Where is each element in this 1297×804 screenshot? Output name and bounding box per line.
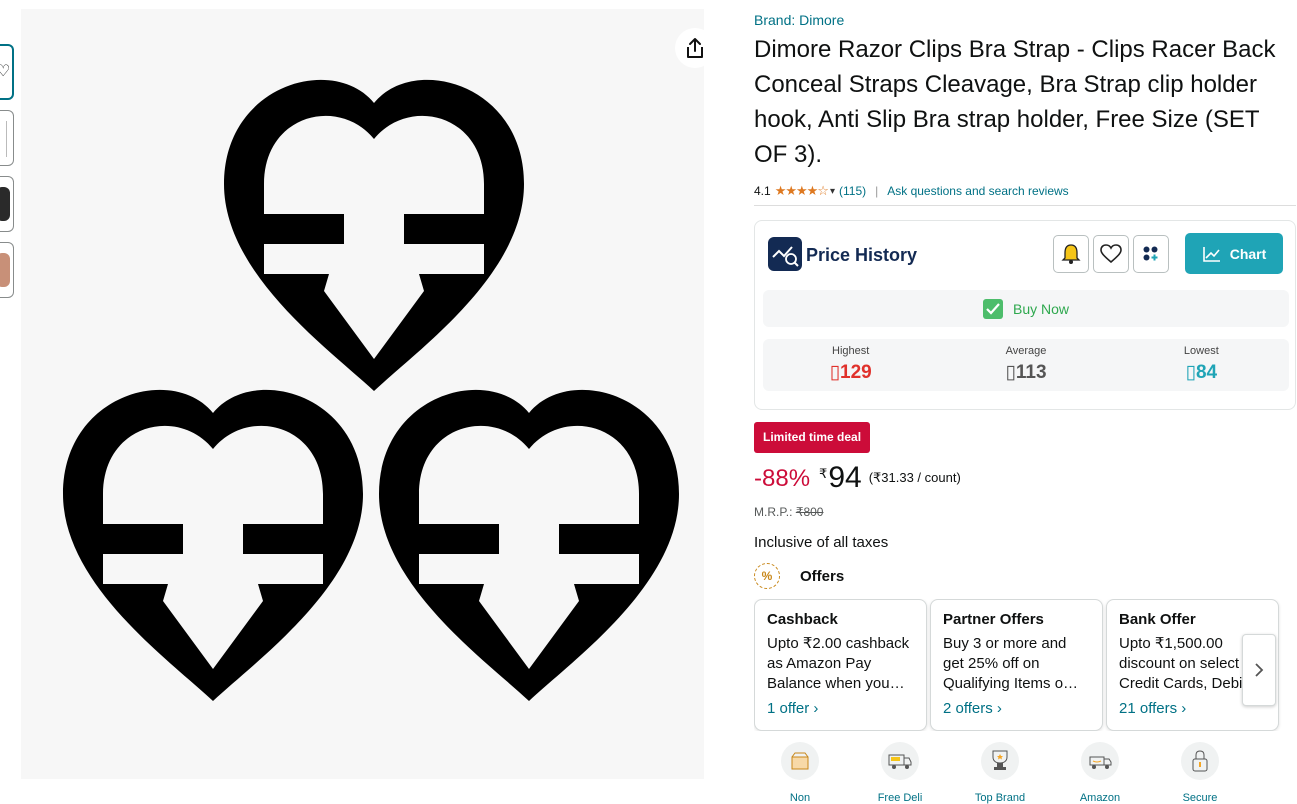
star-rating-icon[interactable]: ★★★★☆ [775, 183, 829, 199]
chevron-down-icon[interactable]: ▾ [830, 186, 835, 197]
feature-top-brand[interactable]: Top Brand [970, 742, 1030, 804]
price-history-logo-icon [768, 237, 802, 271]
ask-questions-link[interactable]: Ask questions and search reviews [887, 184, 1068, 198]
carousel-next-button[interactable] [1242, 634, 1276, 706]
thumbnail-4[interactable] [0, 242, 14, 298]
unit-price: (₹31.33 / count) [868, 470, 961, 485]
wishlist-button[interactable] [1093, 235, 1129, 273]
offers-title: Offers [800, 567, 845, 585]
feature-icons-row: Non Free Deli Top Brand Amazon Secure [775, 742, 1245, 804]
rupee-icon: ▯ [1005, 362, 1016, 383]
divider [754, 205, 1296, 206]
discount-percent: -88% [754, 465, 811, 492]
feature-secure-transaction[interactable]: Secure [1170, 742, 1230, 804]
checkmark-icon [982, 298, 1003, 319]
rating-value: 4.1 [754, 184, 771, 198]
offer-carousel: Cashback Upto ₹2.00 cashback as Amazon P… [754, 599, 1284, 731]
stat-value: ▯84 [1114, 361, 1289, 384]
feature-label: Secure [1182, 792, 1218, 804]
rating-count-link[interactable]: (115) [839, 184, 866, 198]
stat-number: 84 [1195, 362, 1218, 383]
price-history-card: Price History Chart Buy Now Highest ▯129… [754, 220, 1296, 410]
stat-number: 113 [1015, 362, 1047, 383]
share-icon [687, 38, 703, 58]
feature-label: Non [789, 792, 811, 804]
price-stats: Highest ▯129 Average ▯113 Lowest ▯84 [763, 339, 1289, 391]
secure-transaction-icon [1181, 742, 1219, 780]
feature-non-returnable[interactable]: Non [770, 742, 830, 804]
offer-title: Bank Offer [1119, 611, 1196, 628]
offer-card-partner[interactable]: Partner Offers Buy 3 or more and get 25%… [930, 599, 1103, 731]
return-box-icon [781, 742, 819, 780]
price-row: -88% ₹ 94 (₹31.33 / count) [754, 462, 1294, 496]
brand-link[interactable]: Brand: Dimore [754, 11, 1294, 29]
price-history-title: Price History [806, 245, 918, 265]
offer-link[interactable]: 2 offers › [943, 700, 1090, 717]
product-details: Brand: Dimore Dimore Razor Clips Bra Str… [754, 11, 1296, 731]
buy-now-label: Buy Now [1012, 300, 1070, 317]
rupee-icon: ▯ [1185, 362, 1196, 383]
limited-deal-badge: Limited time deal [754, 422, 871, 453]
thumbnail-strip: ♡ [0, 44, 14, 308]
product-title: Dimore Razor Clips Bra Strap - Clips Rac… [754, 36, 1276, 168]
feature-label: Top Brand [974, 792, 1026, 804]
stat-average: Average ▯113 [938, 339, 1113, 391]
share-button[interactable] [675, 28, 715, 68]
currency-symbol: ₹ [819, 466, 828, 481]
buy-now-button[interactable]: Buy Now [763, 290, 1289, 327]
taxes-note: Inclusive of all taxes [754, 534, 889, 551]
offer-link[interactable]: 1 offer › [767, 700, 914, 717]
stat-label: Average [1005, 345, 1047, 357]
chevron-right-icon [1255, 663, 1264, 677]
feature-label: Free Deli [877, 792, 923, 804]
stat-lowest: Lowest ▯84 [1114, 339, 1289, 391]
stat-number: 129 [840, 362, 872, 383]
offer-title: Partner Offers [943, 611, 1044, 628]
thumbnail-3[interactable] [0, 176, 14, 232]
offer-title: Cashback [767, 611, 838, 628]
offer-desc: Upto ₹2.00 cashback as Amazon Pay Balanc… [767, 635, 910, 692]
mrp-label: M.R.P.: [754, 505, 793, 519]
offer-percent-icon: % [754, 563, 780, 589]
offer-card-cashback[interactable]: Cashback Upto ₹2.00 cashback as Amazon P… [754, 599, 927, 731]
stat-label: Lowest [1183, 345, 1219, 357]
separator: | [875, 184, 879, 198]
rupee-icon: ▯ [829, 362, 841, 383]
thumbnail-2[interactable] [0, 110, 14, 166]
mrp-value: ₹800 [795, 505, 824, 519]
offers-header: % Offers [754, 562, 1294, 590]
heart-clips-image [63, 79, 679, 701]
bell-icon [1061, 244, 1081, 264]
offer-desc: Buy 3 or more and get 25% off on Qualify… [943, 635, 1079, 692]
mrp-row: M.R.P.: ₹800 [754, 505, 1294, 519]
feature-free-delivery[interactable]: Free Deli [870, 742, 930, 804]
stat-value: ▯113 [938, 361, 1113, 384]
thumbnail-1[interactable]: ♡ [0, 44, 14, 100]
stat-value: ▯129 [763, 361, 938, 384]
top-brand-icon [981, 742, 1019, 780]
main-product-image[interactable] [21, 9, 715, 779]
stat-highest: Highest ▯129 [763, 339, 938, 391]
chart-button-label: Chart [1229, 245, 1267, 262]
chart-button[interactable]: Chart [1185, 233, 1283, 274]
feature-label: Amazon [1079, 792, 1121, 804]
price-value: 94 [828, 461, 862, 494]
rating-row: 4.1 ★★★★☆ ▾ (115) | Ask questions and se… [754, 181, 1294, 201]
compare-button[interactable] [1133, 235, 1169, 273]
free-delivery-icon [881, 742, 919, 780]
heart-icon [1100, 244, 1122, 264]
compare-icon [1143, 246, 1158, 261]
amazon-delivered-icon [1081, 742, 1119, 780]
price-alert-button[interactable] [1053, 235, 1089, 273]
stat-label: Highest [832, 345, 870, 357]
feature-amazon-delivered[interactable]: Amazon [1070, 742, 1130, 804]
chart-icon [1202, 246, 1220, 262]
